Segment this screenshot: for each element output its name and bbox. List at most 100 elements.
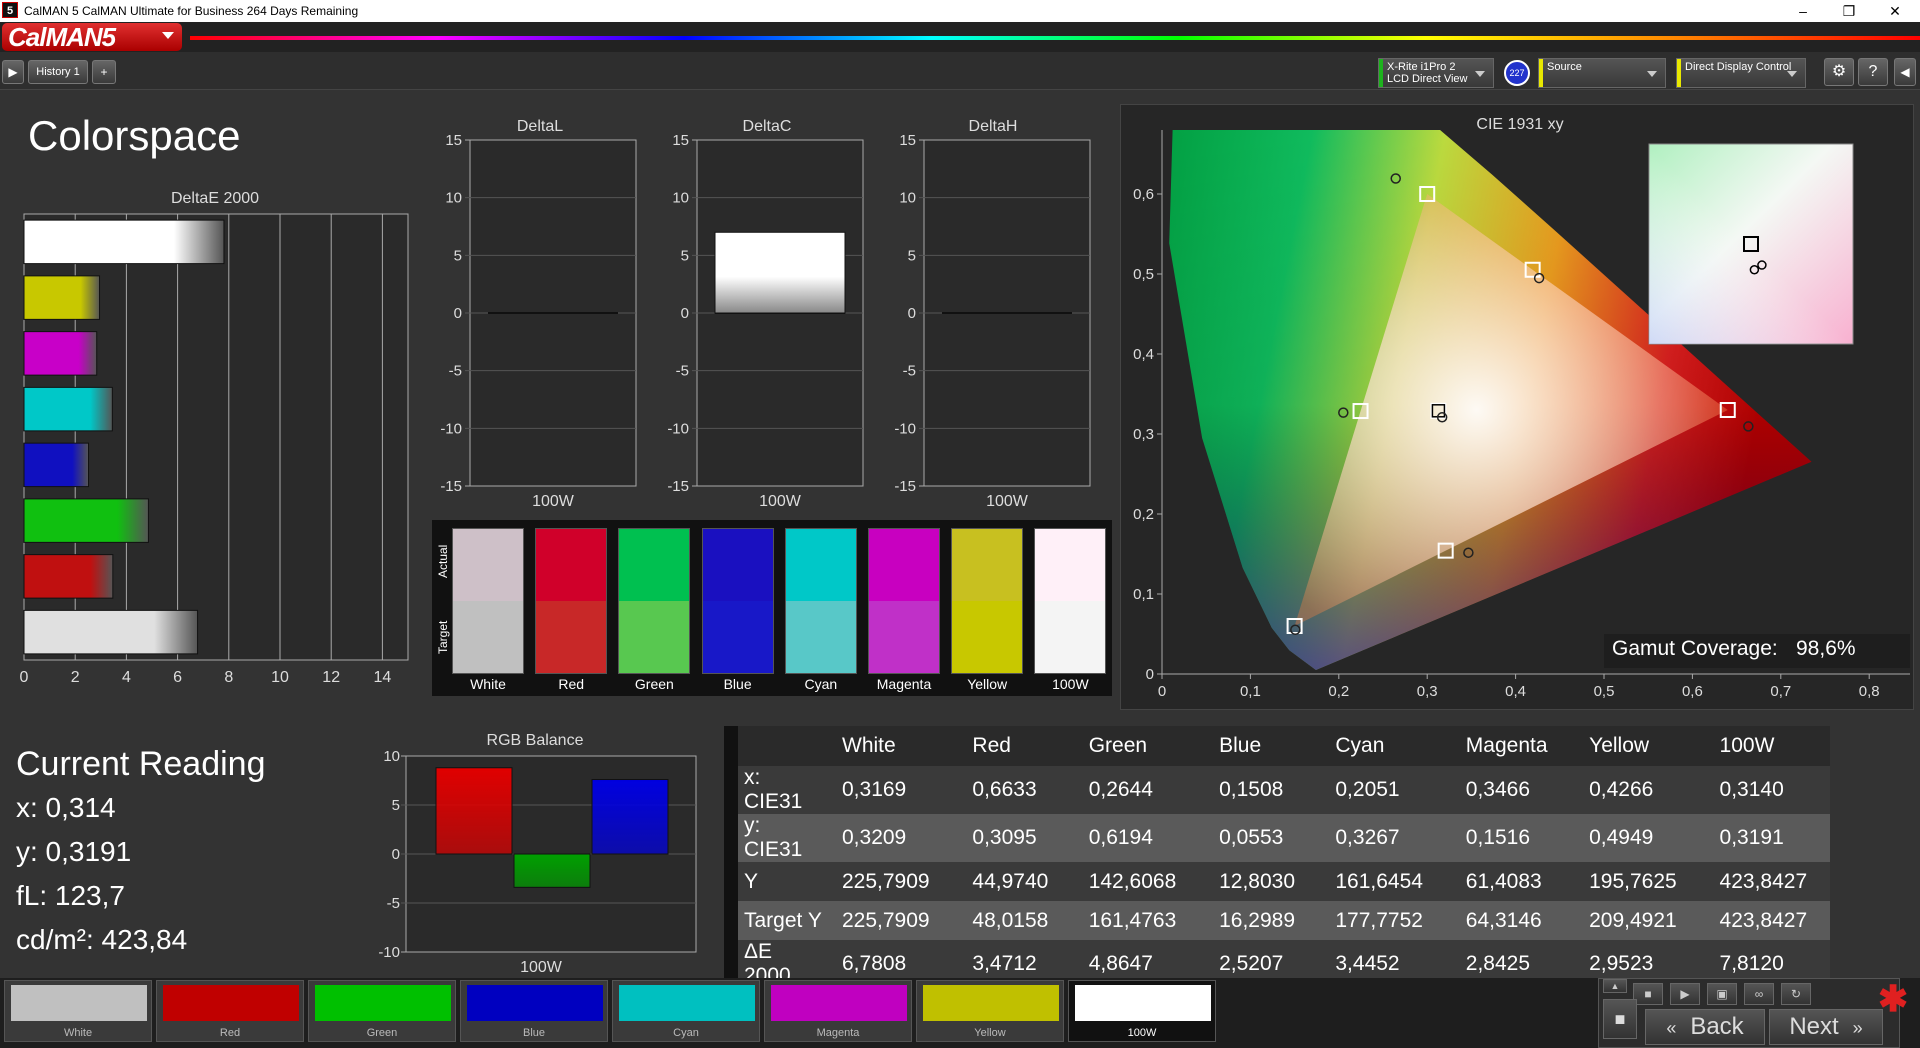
delta-bar [714, 231, 846, 314]
patch-tab-red[interactable]: Red [156, 980, 304, 1042]
patch-tab-100w[interactable]: 100W [1068, 980, 1216, 1042]
patch-color-chip [923, 985, 1059, 1021]
swatch-blue [701, 528, 774, 674]
source-status-bar [1539, 59, 1543, 87]
rgb-tick-label: 5 [392, 797, 400, 814]
restore-button[interactable]: ❐ [1826, 0, 1872, 22]
back-chevron-icon: « [1666, 1018, 1677, 1038]
patch-tab-magenta[interactable]: Magenta [764, 980, 912, 1042]
patch-tab-label: 100W [1127, 1027, 1157, 1039]
play-icon[interactable]: ▶ [2, 60, 24, 84]
deltae-tick-label: 2 [71, 669, 80, 686]
table-cell: 0,2051 [1315, 766, 1446, 814]
patch-tab-label: White [63, 1027, 93, 1039]
collapse-icon[interactable]: ◀ [1894, 58, 1916, 86]
table-cell: 0,6194 [1068, 814, 1200, 862]
rgb-tick-label: 0 [392, 846, 400, 863]
table-row: y: CIE31 0,3209 0,3095 0,6194 0,0553 0,3267 0,… [724, 814, 1830, 862]
meter-status-bar [1379, 59, 1383, 87]
patch-color-chip [163, 985, 299, 1021]
tab-history-1[interactable]: History 1 [28, 60, 88, 84]
deltae-bar-white [23, 609, 199, 655]
stop-measure-icon[interactable]: ■ [1603, 999, 1637, 1039]
title-bar: 5 CalMAN 5 CalMAN Ultimate for Business … [0, 0, 1920, 22]
patch-tab-white[interactable]: White [4, 980, 152, 1042]
patch-tab-green[interactable]: Green [308, 980, 456, 1042]
deltae-bar-magenta [23, 331, 98, 376]
cie-x-tick-label: 0,3 [1417, 683, 1438, 700]
swatch-yellow [951, 528, 1024, 674]
cie-y-tick-label: 0,4 [1133, 346, 1154, 363]
minimize-button[interactable]: – [1780, 0, 1826, 22]
star-icon[interactable]: ✱ [1878, 978, 1908, 1020]
cie-y-tick-label: 0,5 [1133, 266, 1154, 283]
add-tab-button[interactable]: + [92, 60, 116, 84]
table-row-label: y: CIE31 [738, 814, 822, 862]
rgb-tick-label: 10 [383, 748, 400, 765]
save-icon[interactable]: ▣ [1707, 983, 1737, 1005]
meter-dropdown[interactable]: X-Rite i1Pro 2 LCD Direct View [1378, 58, 1494, 88]
deltae-bar-blue [23, 442, 90, 488]
delta-tick-label: 15 [445, 132, 462, 149]
swatch-target [785, 601, 856, 673]
swatch-cyan [784, 528, 857, 674]
table-cell: 16,2989 [1199, 901, 1316, 940]
gear-icon[interactable]: ⚙ [1824, 58, 1854, 86]
chevron-down-icon [1787, 71, 1797, 77]
patch-tab-label: Red [219, 1027, 241, 1039]
display-control-dropdown[interactable]: Direct Display Control [1676, 58, 1806, 88]
delta-tick-label: 5 [681, 247, 689, 264]
rgb-balance-chart: 10 5 0 -5 -10 100W [378, 748, 697, 976]
delta-tick-label: 0 [681, 305, 689, 322]
next-button[interactable]: Next » [1769, 1009, 1883, 1045]
source-dropdown[interactable]: Source [1538, 58, 1666, 88]
table-cell: 64,3146 [1445, 901, 1570, 940]
meter-badge[interactable]: 227 [1504, 60, 1530, 86]
current-reading-title: Current Reading [16, 745, 266, 783]
delta-tick-label: -10 [440, 420, 462, 437]
close-button[interactable]: ✕ [1872, 0, 1918, 22]
cie-x-tick-label: 0,4 [1505, 683, 1526, 700]
swatch-white [452, 528, 524, 674]
rgb-bar-red [435, 767, 513, 855]
table-column-header: Red [952, 726, 1069, 766]
target-row-label: Target [436, 620, 450, 654]
table-cell: 0,6633 [952, 766, 1069, 814]
reading-y: y: 0,3191 [16, 836, 132, 867]
table-cell: 0,0553 [1199, 814, 1316, 862]
table-cell: 161,4763 [1068, 901, 1200, 940]
app-icon: 5 [2, 2, 18, 18]
delta-tick-label: -10 [894, 420, 916, 437]
window-title: CalMAN 5 CalMAN Ultimate for Business 26… [24, 4, 359, 18]
rgb-bar-blue [591, 779, 669, 855]
table-column-header: 100W [1699, 726, 1830, 766]
stop-icon[interactable]: ■ [1633, 983, 1663, 1005]
reading-fl: fL: 123,7 [16, 880, 125, 911]
swatch-label: Red [558, 676, 585, 692]
patch-tab-blue[interactable]: Blue [460, 980, 608, 1042]
deltae-bar-green [23, 498, 149, 543]
current-reading-panel: Current Reading x: 0,314 y: 0,3191 fL: 1… [16, 742, 265, 962]
table-row-marker [724, 726, 738, 766]
calman-logo-menu[interactable]: CalMAN5 [2, 23, 182, 51]
back-button[interactable]: « Back [1645, 1009, 1765, 1045]
help-icon[interactable]: ? [1858, 58, 1888, 86]
cie-x-tick-label: 0 [1158, 683, 1166, 700]
table-cell: 423,8427 [1699, 901, 1830, 940]
table-cell: 423,8427 [1699, 862, 1830, 901]
rgb-tick-label: -10 [378, 944, 400, 961]
refresh-icon[interactable]: ↻ [1781, 983, 1811, 1005]
table-row-marker [724, 814, 738, 862]
patch-color-chip [771, 985, 907, 1021]
up-icon[interactable]: ▲ [1603, 979, 1627, 993]
swatch-target [619, 601, 690, 673]
play-icon[interactable]: ▶ [1670, 983, 1700, 1005]
loop-icon[interactable]: ∞ [1744, 983, 1774, 1005]
delta-tick-label: 10 [899, 190, 916, 207]
table-row-marker [724, 901, 738, 940]
patch-tab-cyan[interactable]: Cyan [612, 980, 760, 1042]
deltae-tick-label: 8 [224, 669, 233, 686]
patch-color-chip [11, 985, 147, 1021]
patch-tab-yellow[interactable]: Yellow [916, 980, 1064, 1042]
cie-zoom-inset-shade [1649, 144, 1853, 344]
